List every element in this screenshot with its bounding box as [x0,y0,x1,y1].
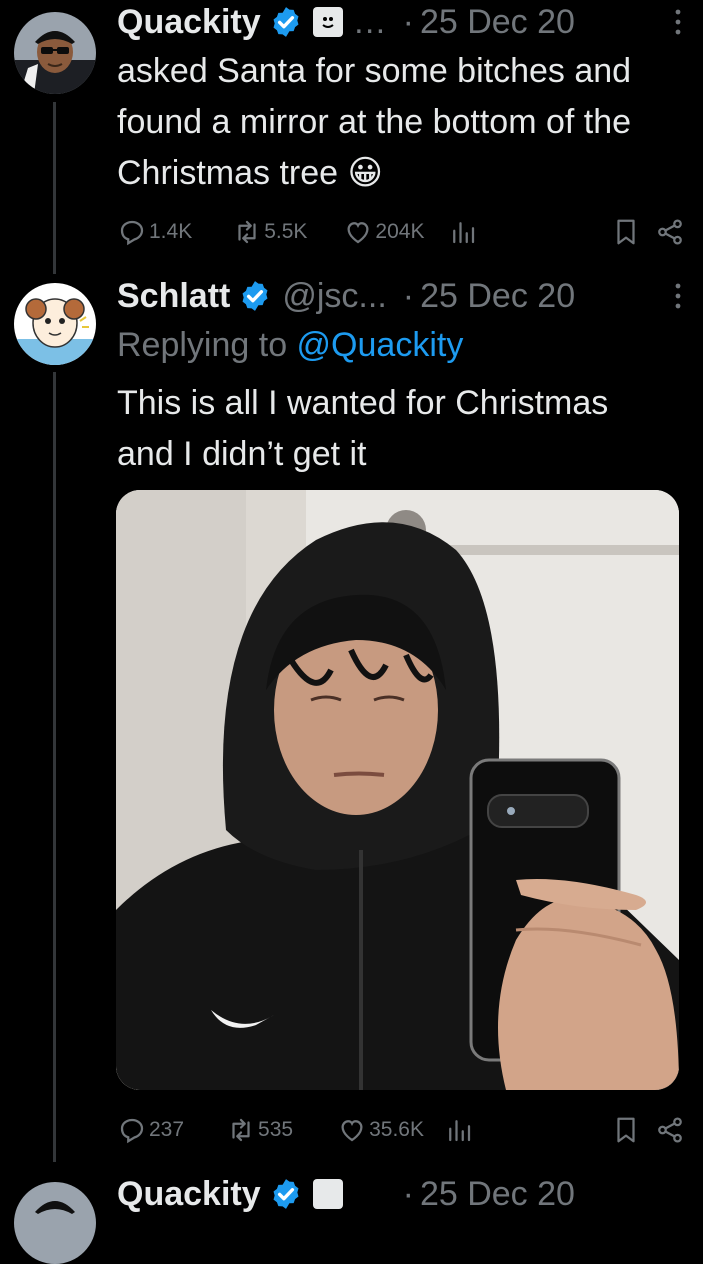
replying-mention-link[interactable]: @Quackity [297,326,464,364]
handle[interactable]: … [353,3,387,42]
repost-icon [238,220,256,244]
verified-badge-icon [273,7,299,37]
timestamp[interactable]: 25 Dec 20 [420,3,575,42]
views-chart-icon [453,222,475,244]
separator: · [402,2,414,41]
share-button[interactable] [655,217,685,247]
bookmark-button[interactable] [611,217,641,247]
repost-icon [232,1118,250,1142]
avatar-quackity[interactable] [14,1182,96,1264]
avatar-quackity[interactable] [14,12,96,94]
tweet-actions: 1.4K 5.5K 204K [117,212,685,252]
repost-button[interactable]: 535 [226,1115,293,1145]
avatar-schlatt[interactable] [14,283,96,365]
affiliate-badge-icon[interactable] [312,7,343,37]
separator: · [402,1174,414,1213]
like-count: 35.6K [369,1118,424,1141]
replying-prefix: Replying to [117,326,297,364]
views-button[interactable] [448,217,478,247]
handle[interactable]: @jsc... [282,277,386,316]
thread-connector [53,102,56,274]
separator: · [402,276,415,315]
timestamp[interactable]: 25 Dec 20 [420,1175,575,1214]
repost-button[interactable]: 5.5K [232,217,307,247]
tweet-text: This is all I wanted for Christmas and I… [117,384,609,473]
display-name[interactable]: Quackity [117,3,261,42]
display-name[interactable]: Schlatt [117,277,230,316]
like-button[interactable]: 204K [343,217,424,247]
more-options-icon[interactable] [673,280,683,312]
more-options-icon[interactable] [673,6,683,38]
like-count: 204K [375,220,425,243]
timestamp[interactable]: 25 Dec 20 [420,277,575,316]
reply-icon [120,1118,144,1144]
reply-count: 1.4K [149,220,193,243]
reply-icon [120,220,144,246]
like-button[interactable]: 35.6K [337,1115,424,1145]
verified-badge-icon [273,1179,299,1209]
reply-button[interactable]: 237 [117,1115,184,1145]
share-icon [658,1117,682,1143]
affiliate-badge-icon[interactable] [312,1179,343,1209]
views-chart-icon [449,1120,471,1142]
tweet-header: Quackity · 25 Dec 20 [117,1172,683,1216]
tweet-header: Schlatt @jsc... · 25 Dec 20 [117,274,683,318]
heart-icon [347,222,369,244]
tweet-media-photo[interactable] [116,490,679,1090]
views-button[interactable] [444,1115,474,1145]
reply-button[interactable]: 1.4K [117,217,192,247]
repost-count: 535 [258,1118,294,1141]
bookmark-button[interactable] [611,1115,641,1145]
display-name[interactable]: Quackity [117,1175,261,1214]
bookmark-icon [617,219,635,245]
reply-count: 237 [149,1118,185,1141]
tweet-header: Quackity … · 25 Dec 20 [117,0,683,44]
share-icon [658,219,682,245]
heart-icon [341,1120,363,1142]
share-button[interactable] [655,1115,685,1145]
replying-to: Replying to @Quackity [117,326,463,365]
verified-badge-icon [242,281,268,311]
repost-count: 5.5K [264,220,308,243]
tweet-text: asked Santa for some bitches and found a… [117,52,632,192]
tweet-actions: 237 535 35.6K [117,1110,685,1150]
bookmark-icon [617,1117,635,1143]
thread-connector [53,372,56,1162]
